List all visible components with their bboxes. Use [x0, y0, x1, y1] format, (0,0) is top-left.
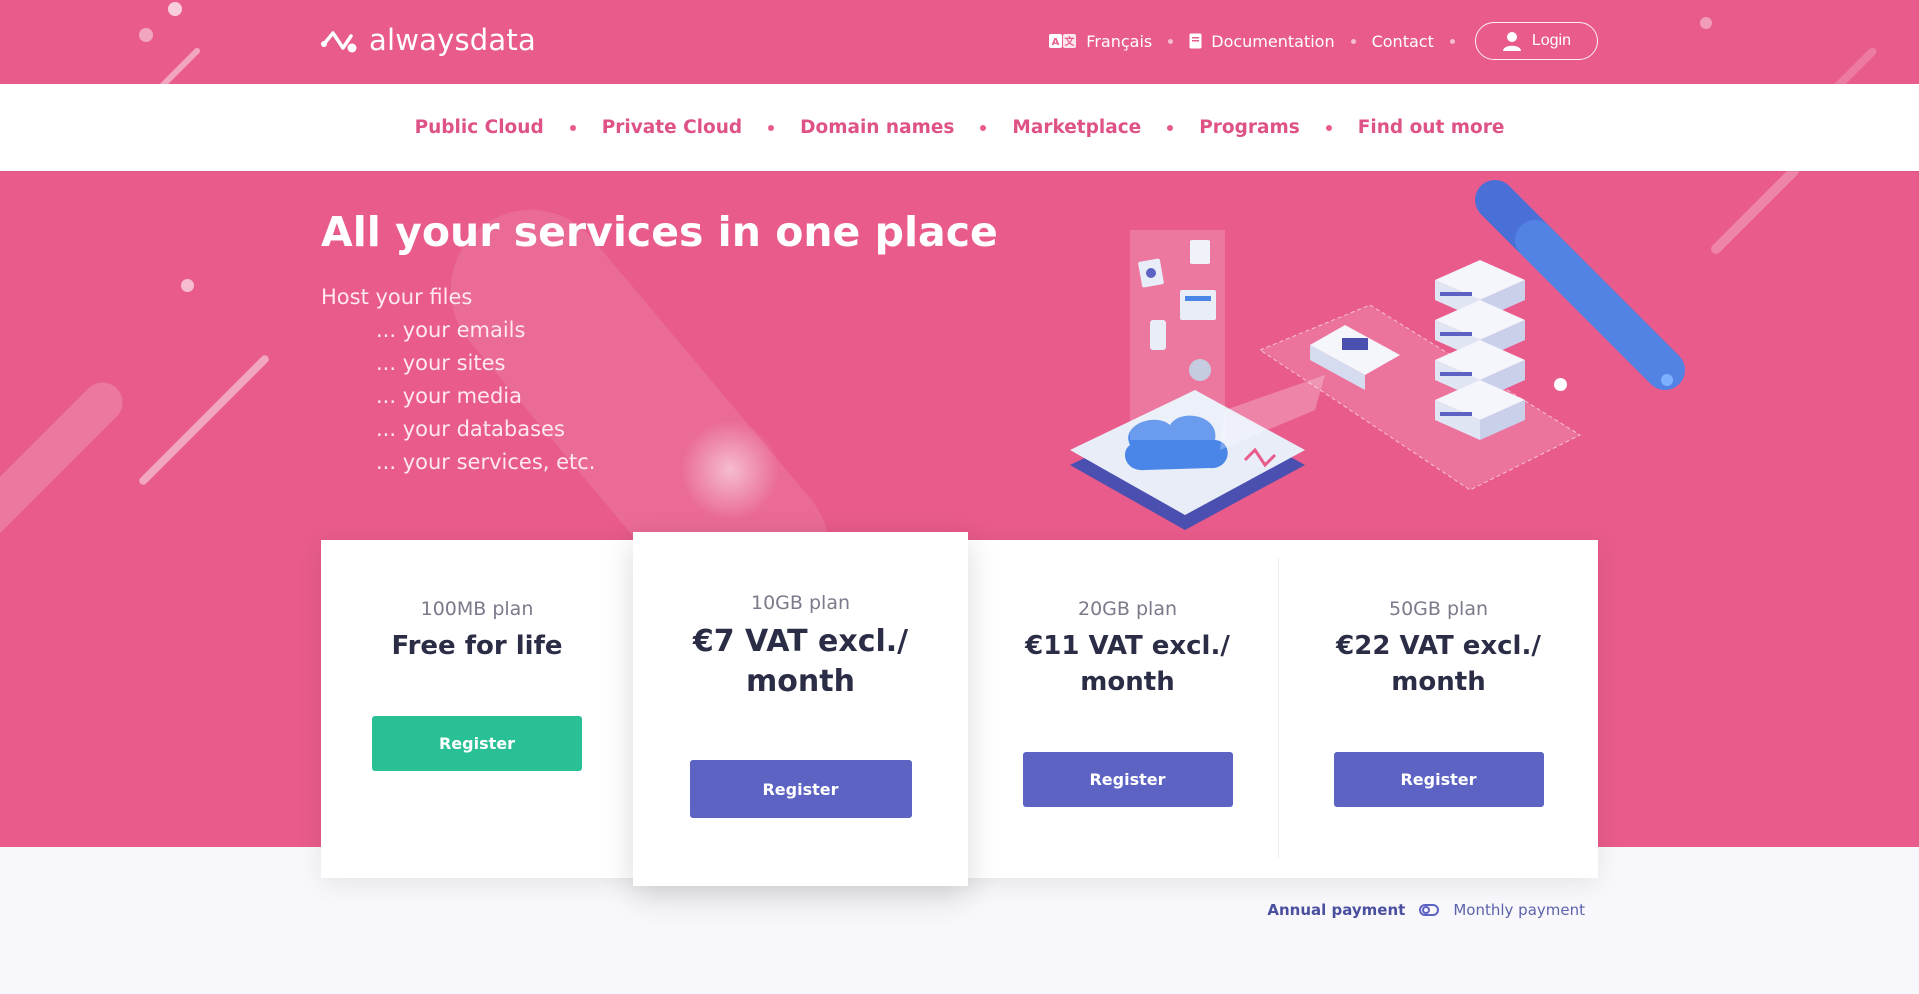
nav-separator	[569, 124, 576, 131]
plan-price: Free for life	[391, 631, 563, 661]
book-icon	[1189, 33, 1202, 49]
plan-name: 100MB plan	[420, 598, 534, 620]
contact-link[interactable]: Contact	[1372, 32, 1434, 51]
hero-subtitle: Host your files ... your emails ... your…	[321, 281, 596, 479]
user-icon	[1502, 32, 1521, 51]
nav-public-cloud[interactable]: Public Cloud	[415, 117, 544, 138]
hero-line: ... your emails	[376, 318, 526, 342]
cloud-servers-illustration	[1070, 180, 1685, 530]
language-switch[interactable]: A 文 Français	[1049, 32, 1152, 51]
login-button[interactable]: Login	[1474, 22, 1598, 60]
svg-text:文: 文	[1065, 35, 1076, 48]
decor-bar	[0, 374, 131, 636]
register-button-100mb[interactable]: Register	[372, 716, 582, 771]
hero-line: Host your files	[321, 285, 473, 309]
plan-price-line2: month	[1080, 667, 1175, 697]
decor-bar	[1709, 164, 1801, 256]
nav-separator	[1325, 124, 1332, 131]
plan-card-10gb: 10GB plan €7 VAT excl./ month Register	[633, 532, 968, 886]
decor-glow	[680, 420, 780, 520]
nav-separator	[1167, 124, 1174, 131]
plan-price-line1: €22 VAT excl./	[1336, 631, 1541, 661]
nav-find-out-more[interactable]: Find out more	[1358, 117, 1505, 138]
plan-name: 50GB plan	[1389, 598, 1488, 620]
hero-line: ... your services, etc.	[376, 450, 596, 474]
nav-separator	[768, 124, 775, 131]
logo-icon	[321, 31, 357, 53]
plan-price-line1: €7 VAT excl./	[692, 624, 909, 659]
hero-line: ... your media	[376, 384, 523, 408]
brand-name: alwaysdata	[369, 23, 536, 57]
decor-dot	[181, 279, 194, 292]
plan-price-line2: month	[746, 664, 855, 699]
language-label: Français	[1086, 31, 1153, 51]
decor-bar	[137, 353, 271, 487]
billing-toggle[interactable]	[1419, 904, 1440, 916]
separator-dot	[1350, 38, 1356, 44]
monthly-payment-label[interactable]: Monthly payment	[1453, 901, 1585, 919]
documentation-label: Documentation	[1211, 31, 1335, 51]
separator-dot	[1449, 38, 1455, 44]
top-bar: alwaysdata A 文 Français Documentation Co…	[0, 0, 1919, 84]
top-nav: A 文 Français Documentation Contact Login	[1049, 22, 1598, 60]
nav-private-cloud[interactable]: Private Cloud	[602, 117, 742, 138]
hero-line: ... your databases	[376, 417, 565, 441]
plan-name: 20GB plan	[1078, 598, 1177, 620]
main-nav: Public Cloud Private Cloud Domain names …	[0, 84, 1919, 171]
plan-card-50gb: 50GB plan €22 VAT excl./ month Register	[1279, 540, 1598, 878]
nav-programs[interactable]: Programs	[1199, 117, 1300, 138]
login-label: Login	[1531, 32, 1571, 49]
register-button-10gb[interactable]: Register	[689, 760, 912, 818]
billing-period-switch: Annual payment Monthly payment	[1267, 901, 1585, 919]
plan-card-20gb: 20GB plan €11 VAT excl./ month Register	[968, 540, 1287, 878]
plan-price-line2: month	[1391, 667, 1486, 697]
contact-label: Contact	[1371, 31, 1434, 51]
plan-card-100mb: 100MB plan Free for life Register	[321, 540, 633, 878]
hero-line: ... your sites	[376, 351, 506, 375]
hero-title: All your services in one place	[321, 208, 998, 256]
nav-separator	[980, 124, 987, 131]
nav-domain-names[interactable]: Domain names	[800, 117, 954, 138]
annual-payment-label[interactable]: Annual payment	[1267, 901, 1405, 919]
plan-price-line1: €11 VAT excl./	[1025, 631, 1230, 661]
plan-name: 10GB plan	[751, 592, 850, 614]
nav-marketplace[interactable]: Marketplace	[1012, 117, 1141, 138]
register-button-20gb[interactable]: Register	[1022, 752, 1233, 807]
translate-icon: A 文	[1049, 34, 1077, 48]
register-button-50gb[interactable]: Register	[1333, 752, 1544, 807]
separator-dot	[1168, 38, 1174, 44]
documentation-link[interactable]: Documentation	[1189, 31, 1335, 51]
brand-logo[interactable]: alwaysdata	[321, 20, 536, 60]
svg-text:A: A	[1052, 37, 1060, 48]
